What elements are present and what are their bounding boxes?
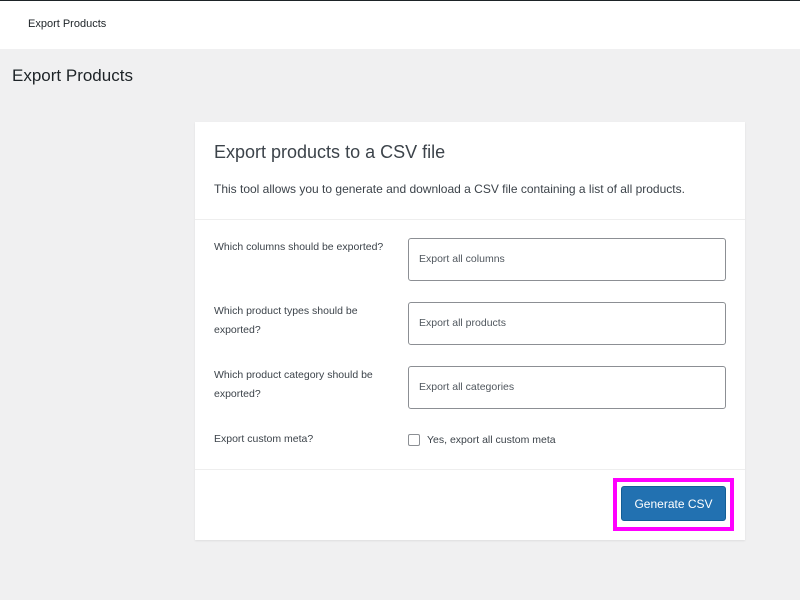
card-description: This tool allows you to generate and dow…	[214, 182, 685, 196]
top-bar: Export Products	[0, 0, 800, 49]
card-heading: Export products to a CSV file	[214, 142, 446, 162]
custom-meta-label: Export custom meta?	[214, 433, 314, 445]
columns-select[interactable]: Export all columns	[408, 238, 726, 281]
columns-label: Which columns should be exported?	[214, 241, 384, 253]
page-title: Export Products	[12, 66, 133, 85]
product-types-select[interactable]: Export all products	[408, 302, 726, 345]
product-category-select[interactable]: Export all categories	[408, 366, 726, 409]
columns-select-value: Export all columns	[419, 253, 505, 265]
custom-meta-checkbox-label[interactable]: Yes, export all custom meta	[427, 434, 556, 446]
top-bar-title: Export Products	[28, 18, 107, 30]
product-types-select-value: Export all products	[419, 317, 506, 329]
generate-csv-button[interactable]: Generate CSV	[621, 486, 726, 521]
product-types-label: Which product types should be exported?	[214, 305, 358, 336]
custom-meta-option[interactable]: Yes, export all custom meta	[408, 432, 556, 448]
custom-meta-checkbox[interactable]	[408, 434, 420, 446]
product-category-label: Which product category should be exporte…	[214, 369, 373, 400]
card-header: Export products to a CSV file This tool …	[195, 122, 745, 220]
product-category-select-value: Export all categories	[419, 381, 515, 393]
